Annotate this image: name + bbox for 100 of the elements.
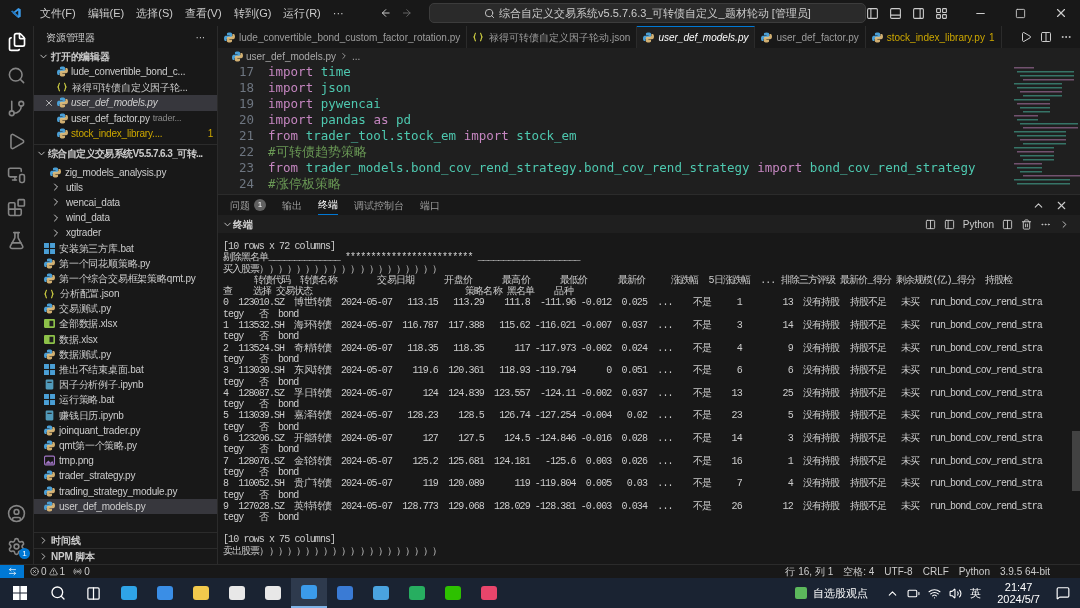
- error-count[interactable]: 0: [41, 564, 47, 579]
- status-item[interactable]: 行 16, 列 1: [785, 564, 834, 579]
- file-tree-item[interactable]: 运行策略.bat: [34, 392, 217, 408]
- file-tree-item[interactable]: tmp.png: [34, 453, 217, 469]
- open-editor-item[interactable]: 禄得可转债自定义因子轮...: [34, 79, 217, 95]
- panel-tab[interactable]: 输出: [282, 195, 302, 215]
- section-title[interactable]: 时间线: [51, 533, 81, 548]
- editor-tab[interactable]: user_def_models.py: [637, 26, 756, 48]
- trash-icon[interactable]: [1021, 218, 1032, 230]
- panel-tab[interactable]: 调试控制台: [354, 195, 404, 215]
- task-view-icon[interactable]: [86, 585, 101, 601]
- section-title[interactable]: NPM 脚本: [51, 549, 95, 564]
- app-icon[interactable]: [480, 584, 498, 602]
- extensions-icon[interactable]: [7, 198, 26, 217]
- file-tree-item[interactable]: 第一个综合交易框架策略qmt.py: [34, 270, 217, 286]
- file-tree-item[interactable]: 第一个同花顺策略.py: [34, 255, 217, 271]
- clock[interactable]: 21:47 2024/5/7: [997, 581, 1040, 605]
- toggle-secondary-sidebar-icon[interactable]: [912, 6, 925, 20]
- file-tree-item[interactable]: 数据测试.py: [34, 346, 217, 362]
- warning-count[interactable]: 1: [59, 564, 66, 579]
- panel-tab[interactable]: 问题 1: [230, 195, 266, 215]
- app-icon[interactable]: [336, 584, 354, 602]
- news-widget[interactable]: 自选股观点: [795, 584, 869, 602]
- run-debug-icon[interactable]: [7, 132, 26, 151]
- status-item[interactable]: 3.9.5 64-bit: [999, 564, 1050, 579]
- status-item[interactable]: Python: [958, 564, 990, 579]
- menu-item[interactable]: 查看(V): [184, 4, 222, 22]
- forward-icon[interactable]: [401, 6, 413, 20]
- scrollbar-thumb[interactable]: [1072, 431, 1080, 491]
- menu-item[interactable]: 编辑(E): [87, 4, 125, 22]
- close-icon[interactable]: [1054, 6, 1068, 20]
- menu-item[interactable]: 转到(G): [233, 4, 272, 22]
- notifications-icon[interactable]: [1056, 586, 1070, 600]
- app-icon[interactable]: [408, 584, 426, 602]
- remote-explorer-icon[interactable]: [7, 165, 26, 184]
- file-tree-item[interactable]: user_def_models.py: [34, 498, 217, 514]
- file-tree-item[interactable]: trading_strategy_module.py: [34, 483, 217, 499]
- status-item[interactable]: CRLF: [922, 564, 949, 579]
- split-icon[interactable]: [1002, 218, 1013, 230]
- remote-button[interactable]: [0, 565, 24, 578]
- maximize-icon[interactable]: [1015, 7, 1026, 19]
- back-icon[interactable]: [379, 6, 392, 20]
- editor-tab[interactable]: user_def_factor.py: [755, 26, 866, 48]
- ports-count[interactable]: 0: [84, 564, 90, 579]
- search-icon[interactable]: [50, 585, 66, 601]
- status-item[interactable]: 空格: 4: [843, 564, 875, 579]
- file-tree-item[interactable]: 赚钱日历.ipynb: [34, 407, 217, 423]
- file-tree-item[interactable]: joinquant_trader.py: [34, 422, 217, 438]
- menu-item[interactable]: 运行(R): [283, 4, 321, 22]
- open-editor-item[interactable]: user_def_models.py: [34, 95, 217, 111]
- open-editor-item[interactable]: stock_index_library.... 1: [34, 126, 217, 142]
- network-icon[interactable]: [928, 586, 942, 600]
- testing-icon[interactable]: [7, 231, 26, 250]
- file-tree-item[interactable]: 数据.xlsx: [34, 331, 217, 347]
- editor-tab[interactable]: stock_index_library.py 1: [865, 26, 1002, 48]
- file-tree-item[interactable]: wencai_data: [34, 194, 217, 211]
- app-icon[interactable]: [372, 584, 390, 602]
- run-icon[interactable]: [1020, 31, 1032, 43]
- file-tree-item[interactable]: 安装第三方库.bat: [34, 240, 217, 256]
- editor-tab[interactable]: lude_convertible_bond_custom_factor_rotation.py: [218, 26, 468, 48]
- warning-icon[interactable]: [48, 567, 58, 576]
- section-title[interactable]: 打开的编辑器: [51, 48, 110, 64]
- breadcrumb-item[interactable]: ...: [352, 48, 361, 64]
- file-tree-item[interactable]: utils: [34, 179, 217, 195]
- file-tree-item[interactable]: 推出不结束桌面.bat: [34, 361, 217, 378]
- input-method[interactable]: 英: [970, 584, 982, 602]
- toggle-sidebar-icon[interactable]: [866, 6, 879, 20]
- file-tree-item[interactable]: wind_data: [34, 210, 217, 226]
- close-icon[interactable]: [44, 97, 54, 108]
- file-tree-item[interactable]: zig_models_analysis.py: [34, 164, 217, 180]
- breadcrumb-item[interactable]: user_def_models.py: [246, 48, 337, 64]
- file-tree-item[interactable]: 全部数据.xlsx: [34, 316, 217, 332]
- open-editor-item[interactable]: lude_convertible_bond_c...: [34, 64, 217, 80]
- terminal-shell[interactable]: Python: [962, 216, 994, 232]
- accounts-icon[interactable]: [7, 504, 26, 523]
- panel-tab[interactable]: 端口: [420, 195, 440, 215]
- file-tree-item[interactable]: 交易测试.py: [34, 301, 217, 317]
- file-tree-item[interactable]: xgtrader: [34, 225, 217, 241]
- file-tree-item[interactable]: qmt第一个策略.py: [34, 437, 217, 454]
- terminal-icon[interactable]: [943, 218, 955, 230]
- windows-start-icon[interactable]: [13, 586, 27, 600]
- toggle-panel-icon[interactable]: [889, 6, 902, 20]
- ports-icon[interactable]: [73, 567, 83, 576]
- status-item[interactable]: UTF-8: [884, 564, 913, 579]
- menu-item[interactable]: ···: [332, 4, 344, 22]
- file-tree-item[interactable]: 因子分析例子.ipynb: [34, 377, 217, 393]
- split-terminal-icon[interactable]: [924, 218, 936, 230]
- menu-item[interactable]: 选择(S): [136, 4, 173, 22]
- source-control-icon[interactable]: [7, 99, 26, 118]
- section-title[interactable]: 综合自定义交易系统V5.5.7.6.3_可转...: [48, 145, 203, 161]
- menu-item[interactable]: 文件(F): [39, 4, 76, 22]
- file-tree-item[interactable]: trader_strategy.py: [34, 468, 217, 484]
- command-center[interactable]: 综合自定义交易系统v5.5.7.6.3_可转债自定义_题材轮动 [管理员]: [428, 3, 866, 23]
- open-editor-item[interactable]: user_def_factor.py trader...: [34, 110, 217, 126]
- volume-icon[interactable]: [949, 586, 963, 600]
- more-actions[interactable]: ···: [195, 29, 205, 45]
- file-tree-item[interactable]: 分析配置.json: [34, 286, 217, 302]
- explorer-icon[interactable]: [6, 32, 27, 52]
- layout-icon[interactable]: [935, 6, 948, 20]
- split-editor-icon[interactable]: [1040, 31, 1052, 43]
